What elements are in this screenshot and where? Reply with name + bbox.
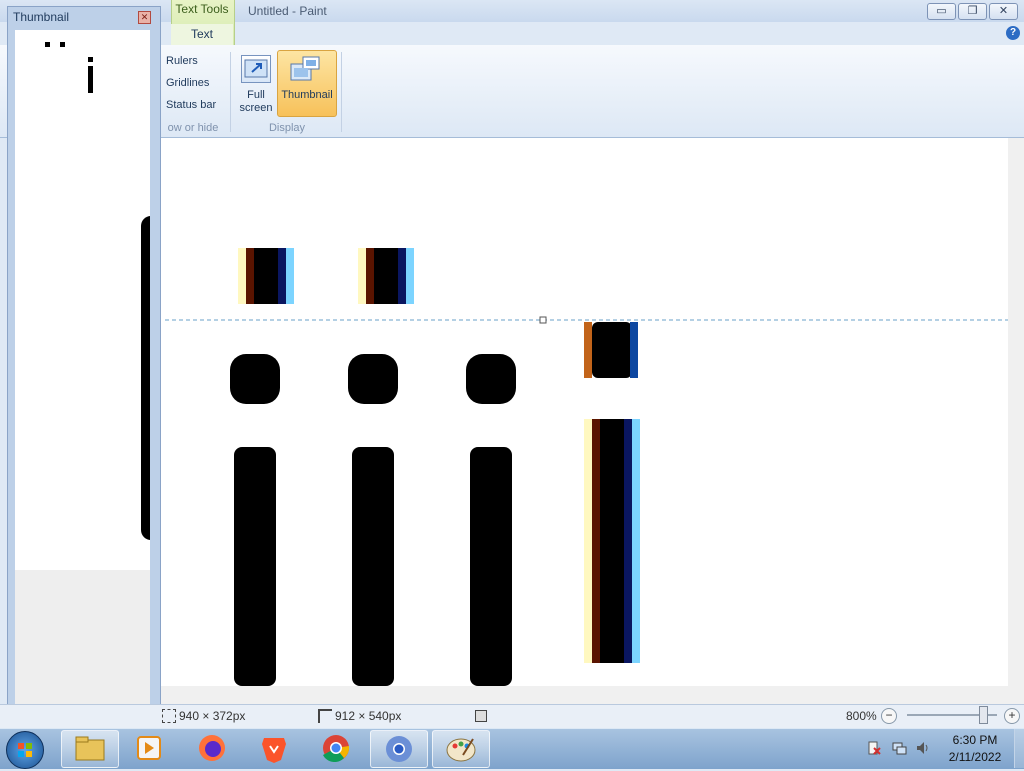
canvas-drawing <box>165 248 1008 686</box>
canvas[interactable] <box>160 138 1008 686</box>
start-button[interactable] <box>6 731 44 769</box>
firefox-icon <box>199 735 225 761</box>
taskbar-chrome-canary[interactable] <box>370 730 428 768</box>
thumbnail-preview <box>15 30 161 570</box>
minimize-button[interactable]: ▭ <box>927 3 956 20</box>
windows-logo-icon <box>18 743 32 757</box>
full-screen-label: Full screen <box>239 89 273 114</box>
rulers-checkbox[interactable]: Rulers <box>166 55 198 67</box>
zoom-slider-thumb[interactable] <box>979 706 988 724</box>
taskbar-media-player[interactable] <box>122 730 178 766</box>
close-button[interactable]: ✕ <box>989 3 1018 20</box>
clock-date[interactable]: 2/11/2022 <box>940 750 1010 764</box>
selection-size: 940 × 372px <box>179 709 246 723</box>
window-title: Untitled - Paint <box>248 4 327 18</box>
folder-icon <box>75 736 105 761</box>
show-desktop-button[interactable] <box>1014 729 1024 768</box>
text-tools-label: Text Tools <box>175 2 229 16</box>
network-icon[interactable] <box>891 740 907 756</box>
show-or-hide-group-label: ow or hide <box>167 122 219 134</box>
tab-text[interactable]: Text <box>171 24 233 45</box>
thumbnail-drawing <box>45 42 161 540</box>
thumbnail-close-button[interactable]: ✕ <box>138 11 151 24</box>
chrome-icon <box>323 735 350 763</box>
vertical-scrollbar[interactable] <box>1008 138 1024 726</box>
ribbon-separator <box>230 52 231 132</box>
thumbnail-window-title: Thumbnail <box>13 10 70 24</box>
taskbar-firefox[interactable] <box>184 730 240 766</box>
thumbnail-label: Thumbnail <box>281 89 333 101</box>
help-icon[interactable]: ? <box>1006 26 1020 40</box>
volume-icon[interactable] <box>915 740 931 756</box>
glyph-i <box>230 354 280 686</box>
glyph-i <box>466 354 516 686</box>
canvas-size-icon <box>318 709 332 723</box>
save-size-icon <box>475 710 487 722</box>
glyph-i-antialiased <box>584 322 640 663</box>
glyph-i <box>348 354 398 686</box>
canvas-size: 912 × 540px <box>335 709 402 723</box>
thumbnail-icon <box>290 56 320 82</box>
display-group-label: Display <box>268 122 306 134</box>
taskbar-file-explorer[interactable] <box>61 730 119 768</box>
zoom-in-button[interactable]: + <box>1004 708 1020 724</box>
clock-time[interactable]: 6:30 PM <box>940 733 1010 747</box>
zoom-level: 800% <box>846 709 877 723</box>
action-center-icon[interactable] <box>866 740 882 756</box>
chrome-canary-icon <box>386 736 412 762</box>
taskbar-paint[interactable] <box>432 730 490 768</box>
paint-palette-icon <box>446 738 476 762</box>
text-box-handle[interactable] <box>539 316 547 324</box>
selection-size-icon <box>162 709 176 723</box>
zoom-out-button[interactable]: − <box>881 708 897 724</box>
media-player-icon <box>137 736 161 760</box>
full-screen-icon <box>241 55 271 83</box>
taskbar-chrome[interactable] <box>308 730 364 766</box>
ribbon-separator <box>341 52 342 132</box>
thumbnail-empty-area <box>15 570 150 726</box>
restore-button[interactable]: ❐ <box>958 3 987 20</box>
glyph-dot <box>358 248 414 304</box>
status-bar-checkbox[interactable]: Status bar <box>166 99 216 111</box>
gridlines-checkbox[interactable]: Gridlines <box>166 77 209 89</box>
glyph-dot <box>238 248 294 304</box>
brave-icon <box>262 738 286 763</box>
taskbar-brave[interactable] <box>246 730 302 766</box>
horizontal-scrollbar[interactable] <box>160 686 1008 704</box>
